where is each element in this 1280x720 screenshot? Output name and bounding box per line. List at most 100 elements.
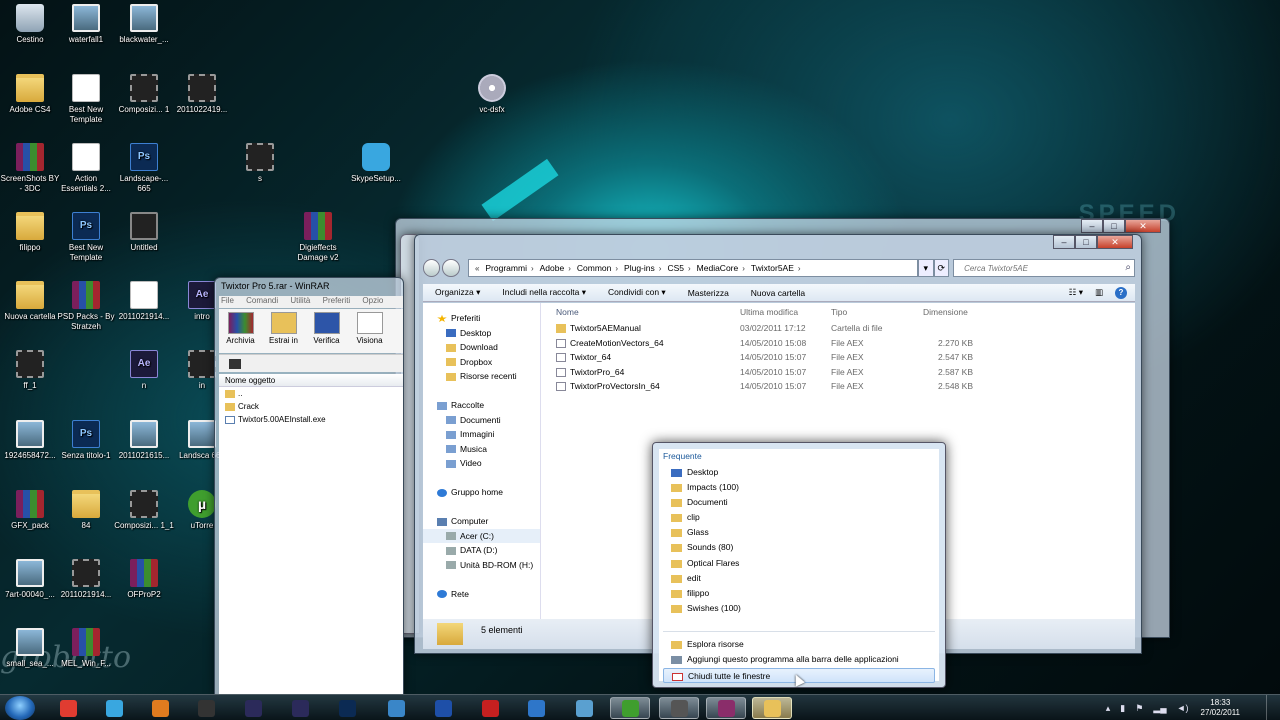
- maximize-icon[interactable]: □: [1075, 235, 1097, 249]
- start-button[interactable]: [5, 696, 35, 720]
- jump-list-item[interactable]: Optical Flares: [663, 556, 935, 571]
- desktop-icon-item[interactable]: GFX_pack: [0, 490, 60, 531]
- nav-item-dropbox[interactable]: Dropbox: [423, 355, 540, 370]
- taskbar-button[interactable]: [470, 697, 510, 719]
- taskbar-button[interactable]: [610, 697, 650, 719]
- desktop-icon-item[interactable]: vc-dsfx: [462, 74, 522, 115]
- up-folder-icon[interactable]: [229, 359, 241, 369]
- list-item[interactable]: ..: [219, 387, 403, 400]
- desktop-icon-item[interactable]: filippo: [0, 212, 60, 253]
- breadcrumb-programmi[interactable]: Programmi: [485, 263, 527, 273]
- flag-tray-icon[interactable]: ⚑: [1135, 703, 1143, 714]
- share-with-button[interactable]: Condividi con ▾: [608, 287, 666, 298]
- column-size[interactable]: Dimensione: [923, 303, 973, 321]
- chevron-right-icon[interactable]: ›: [568, 264, 571, 273]
- desktop-icon-item[interactable]: ScreenShots BY - 3DC: [0, 143, 60, 194]
- burn-button[interactable]: Masterizza: [688, 288, 729, 298]
- nav-group-favorites[interactable]: Preferiti: [423, 311, 540, 326]
- help-icon[interactable]: ?: [1115, 286, 1127, 299]
- desktop-icon-item[interactable]: waterfall1: [56, 4, 116, 45]
- jump-list-item[interactable]: filippo: [663, 586, 935, 601]
- nav-item-video[interactable]: Video: [423, 456, 540, 471]
- desktop-icon-item[interactable]: 84: [56, 490, 116, 531]
- network-tray-icon[interactable]: ▮: [1120, 703, 1125, 714]
- menu-opzioni[interactable]: Opzio: [360, 296, 383, 305]
- chevron-right-icon[interactable]: ›: [688, 264, 691, 273]
- search-icon[interactable]: ⌕: [1125, 262, 1131, 273]
- list-item[interactable]: Crack: [219, 400, 403, 413]
- nav-item-drive-c[interactable]: Acer (C:): [423, 528, 540, 543]
- jump-list-item[interactable]: Desktop: [663, 465, 935, 480]
- desktop-icon-item[interactable]: Ps Senza titolo-1: [56, 420, 116, 461]
- search-input[interactable]: [954, 260, 1120, 276]
- desktop-icon-item[interactable]: Ps Best New Template: [56, 212, 116, 263]
- nav-group-computer[interactable]: Computer: [423, 514, 540, 529]
- tray-arrow-icon[interactable]: ▴: [1106, 703, 1111, 714]
- taskbar-button[interactable]: [659, 697, 699, 719]
- pin-to-taskbar-task[interactable]: Aggiungi questo programma alla barra del…: [663, 652, 935, 667]
- jump-list-item[interactable]: Glass: [663, 525, 935, 540]
- clock[interactable]: 18:33 27/02/2011: [1201, 698, 1240, 718]
- forward-icon[interactable]: [442, 259, 460, 277]
- winrar-window[interactable]: Twixtor Pro 5.rar - WinRAR File Comandi …: [214, 277, 404, 695]
- back-icon[interactable]: [423, 259, 441, 277]
- taskbar-button[interactable]: [327, 697, 367, 719]
- taskbar-button[interactable]: [376, 697, 416, 719]
- chevron-right-icon[interactable]: ›: [742, 264, 745, 273]
- nav-item-music[interactable]: Musica: [423, 442, 540, 457]
- file-row[interactable]: TwixtorProVectorsIn_64 14/05/2010 15:07 Fi…: [542, 379, 1135, 394]
- taskbar-button[interactable]: [233, 697, 273, 719]
- breadcrumb-cs5[interactable]: CS5: [667, 263, 684, 273]
- taskbar-button[interactable]: [140, 697, 180, 719]
- nav-item-drive-d[interactable]: DATA (D:): [423, 543, 540, 558]
- jump-list-item[interactable]: Sounds (80): [663, 540, 935, 555]
- desktop-icon-item[interactable]: 1924658472...: [0, 420, 60, 461]
- maximize-icon[interactable]: □: [1103, 219, 1125, 233]
- chevron-down-icon[interactable]: ▾: [917, 259, 934, 277]
- jump-list-item[interactable]: Swishes (100): [663, 601, 935, 616]
- chevron-right-icon[interactable]: ›: [531, 264, 534, 273]
- breadcrumb-adobe[interactable]: Adobe: [540, 263, 565, 273]
- taskbar-button[interactable]: [752, 697, 792, 719]
- file-row[interactable]: TwixtorPro_64 14/05/2010 15:07 File AEX 2.5…: [542, 365, 1135, 380]
- list-item[interactable]: Twixtor5.00AEInstall.exe: [219, 413, 403, 426]
- chevron-right-icon[interactable]: ›: [659, 264, 662, 273]
- refresh-icon[interactable]: ⟳: [933, 259, 950, 277]
- desktop-icon-item[interactable]: ff_1: [0, 350, 60, 391]
- nav-item-drive-h[interactable]: Unità BD-ROM (H:): [423, 558, 540, 573]
- desktop-icon-item[interactable]: Nuova cartella: [0, 281, 60, 322]
- jump-list-item[interactable]: Documenti: [663, 495, 935, 510]
- desktop-icon-item[interactable]: PSD Packs - By Stratzeh: [56, 281, 116, 332]
- column-header-name[interactable]: Nome oggetto: [219, 374, 403, 387]
- desktop-icon-item[interactable]: Action Essentials 2...: [56, 143, 116, 194]
- desktop-icon-item[interactable]: SkypeSetup...: [346, 143, 406, 184]
- jump-list-item[interactable]: Impacts (100): [663, 480, 935, 495]
- taskbar-button[interactable]: [564, 697, 604, 719]
- preview-pane-icon[interactable]: ▥: [1095, 287, 1103, 298]
- network-signal-icon[interactable]: ▂▄: [1153, 703, 1166, 714]
- taskbar-button[interactable]: [48, 697, 88, 719]
- menu-preferiti[interactable]: Preferiti: [321, 296, 351, 305]
- include-in-library-button[interactable]: Includi nella raccolta ▾: [502, 287, 586, 298]
- menu-file[interactable]: File: [219, 296, 234, 305]
- breadcrumb-plugins[interactable]: Plug-ins: [624, 263, 655, 273]
- jump-list-item[interactable]: edit: [663, 571, 935, 586]
- taskbar-button[interactable]: [280, 697, 320, 719]
- nav-item-documents[interactable]: Documenti: [423, 413, 540, 428]
- chevron-right-icon[interactable]: ›: [798, 264, 801, 273]
- desktop-icon-item[interactable]: 2011022419...: [172, 74, 232, 115]
- desktop-icon-item[interactable]: Digieffects Damage v2: [288, 212, 348, 263]
- chevron-right-icon[interactable]: ›: [615, 264, 618, 273]
- menu-utilita[interactable]: Utilità: [288, 296, 310, 305]
- column-modified[interactable]: Ultima modifica: [740, 303, 831, 321]
- taskbar-button[interactable]: [186, 697, 226, 719]
- volume-icon[interactable]: ◄): [1177, 703, 1189, 713]
- desktop-icon-item[interactable]: 2011021615...: [114, 420, 174, 461]
- view-options-icon[interactable]: ☷ ▾: [1069, 287, 1083, 298]
- desktop-icon-item[interactable]: Ae n: [114, 350, 174, 391]
- desktop-icon-item[interactable]: Composizi... 1: [114, 74, 174, 115]
- close-icon[interactable]: ✕: [1125, 219, 1161, 233]
- desktop-icon-item[interactable]: Untitled: [114, 212, 174, 253]
- nav-item-desktop[interactable]: Desktop: [423, 326, 540, 341]
- file-row[interactable]: Twixtor_64 14/05/2010 15:07 File AEX 2.547 …: [542, 350, 1135, 365]
